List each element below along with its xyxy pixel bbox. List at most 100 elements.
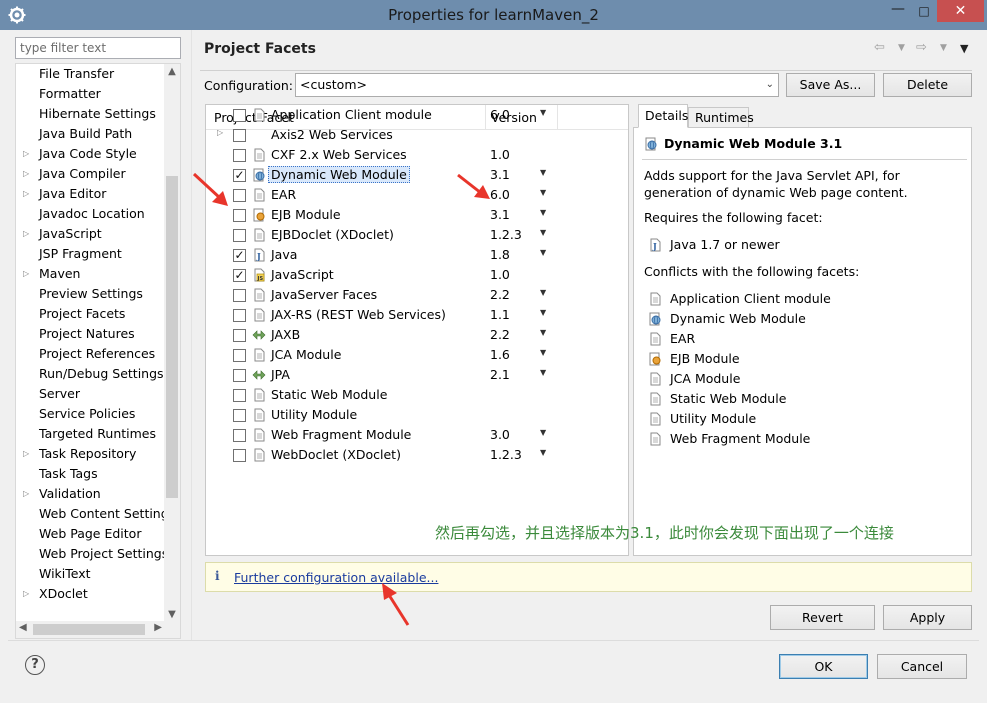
facet-checkbox[interactable]: ✓ xyxy=(233,269,246,282)
facet-checkbox[interactable] xyxy=(233,209,246,222)
sidebar-item[interactable]: Formatter xyxy=(16,84,166,104)
further-configuration-link[interactable]: Further configuration available... xyxy=(234,570,438,585)
back-arrow-icon[interactable]: ⇦ xyxy=(874,40,885,55)
table-row[interactable]: JCA Module 1.6 ▼ xyxy=(206,345,628,365)
sidebar-item[interactable]: Hibernate Settings xyxy=(16,104,166,124)
sidebar-item[interactable]: Web Project Settings xyxy=(16,544,168,564)
view-menu-icon[interactable]: ▼ xyxy=(960,42,968,55)
facet-checkbox[interactable] xyxy=(233,229,246,242)
close-button[interactable]: ✕ xyxy=(937,0,984,22)
configuration-select[interactable]: <custom> ⌄ xyxy=(295,73,779,97)
sidebar-item[interactable]: File Transfer xyxy=(16,64,166,84)
delete-button[interactable]: Delete xyxy=(883,73,972,97)
table-row[interactable]: Static Web Module xyxy=(206,385,628,405)
facet-checkbox[interactable] xyxy=(233,389,246,402)
facet-checkbox[interactable] xyxy=(233,289,246,302)
facet-checkbox[interactable] xyxy=(233,189,246,202)
sidebar-item[interactable]: Server xyxy=(16,384,166,404)
facet-checkbox[interactable] xyxy=(233,409,246,422)
expand-chevron-icon[interactable]: ▷ xyxy=(23,224,29,244)
sidebar-item[interactable]: ▷ Validation xyxy=(16,484,166,504)
back-menu-icon[interactable]: ▼ xyxy=(898,43,905,53)
version-dropdown-icon[interactable]: ▼ xyxy=(540,208,546,217)
sidebar-item[interactable]: ▷ Maven xyxy=(16,264,166,284)
facet-checkbox[interactable] xyxy=(233,309,246,322)
facet-checkbox[interactable] xyxy=(233,129,246,142)
table-row[interactable]: JPA 2.1 ▼ xyxy=(206,365,628,385)
sidebar-item[interactable]: Java Build Path xyxy=(16,124,166,144)
sidebar-item[interactable]: Web Page Editor xyxy=(16,524,166,544)
expand-chevron-icon[interactable]: ▷ xyxy=(23,444,29,464)
facet-version[interactable]: 2.2 xyxy=(490,287,510,302)
tab-details[interactable]: Details xyxy=(638,104,688,128)
facet-checkbox[interactable] xyxy=(233,449,246,462)
expand-chevron-icon[interactable]: ▷ xyxy=(23,144,29,164)
expand-chevron-icon[interactable]: ▷ xyxy=(23,484,29,504)
expand-chevron-icon[interactable]: ▷ xyxy=(23,164,29,184)
table-row[interactable]: JAXB 2.2 ▼ xyxy=(206,325,628,345)
version-dropdown-icon[interactable]: ▼ xyxy=(540,108,546,117)
table-row[interactable]: Utility Module xyxy=(206,405,628,425)
facet-checkbox[interactable]: ✓ xyxy=(233,169,246,182)
cancel-button[interactable]: Cancel xyxy=(877,654,967,679)
version-dropdown-icon[interactable]: ▼ xyxy=(540,328,546,337)
sidebar-item[interactable]: Targeted Runtimes xyxy=(16,424,166,444)
version-dropdown-icon[interactable]: ▼ xyxy=(540,368,546,377)
facet-checkbox[interactable] xyxy=(233,329,246,342)
filter-input[interactable] xyxy=(15,37,181,59)
sidebar-item[interactable]: Preview Settings xyxy=(16,284,166,304)
help-icon[interactable]: ? xyxy=(25,655,45,675)
facet-checkbox[interactable]: ✓ xyxy=(233,249,246,262)
sidebar-item[interactable]: Run/Debug Settings xyxy=(16,364,166,384)
facet-checkbox[interactable] xyxy=(233,109,246,122)
facet-version[interactable]: 1.1 xyxy=(490,307,510,322)
version-dropdown-icon[interactable]: ▼ xyxy=(540,288,546,297)
sidebar-item[interactable]: Project Natures xyxy=(16,324,166,344)
forward-menu-icon[interactable]: ▼ xyxy=(940,43,947,53)
table-row[interactable]: JAX-RS (REST Web Services) 1.1 ▼ xyxy=(206,305,628,325)
expand-chevron-icon[interactable]: ▷ xyxy=(23,584,29,604)
version-dropdown-icon[interactable]: ▼ xyxy=(540,228,546,237)
table-row[interactable]: EJBDoclet (XDoclet) 1.2.3 ▼ xyxy=(206,225,628,245)
table-row[interactable]: ✓ J Java 1.8 ▼ xyxy=(206,245,628,265)
sidebar-item[interactable]: ▷ Task Repository xyxy=(16,444,166,464)
version-dropdown-icon[interactable]: ▼ xyxy=(540,448,546,457)
sidebar-item[interactable]: ▷ Java Editor xyxy=(16,184,166,204)
forward-arrow-icon[interactable]: ⇨ xyxy=(916,40,927,55)
facet-checkbox[interactable] xyxy=(233,429,246,442)
table-row[interactable]: ▷ Axis2 Web Services xyxy=(206,125,628,145)
facet-version[interactable]: 6.0 xyxy=(490,107,510,122)
table-row[interactable]: Application Client module 6.0 ▼ xyxy=(206,105,628,125)
facet-checkbox[interactable] xyxy=(233,369,246,382)
facet-version[interactable]: 1.2.3 xyxy=(490,227,522,242)
facet-version[interactable]: 1.8 xyxy=(490,247,510,262)
sidebar-item[interactable]: JSP Fragment xyxy=(16,244,166,264)
facet-version[interactable]: 1.2.3 xyxy=(490,447,522,462)
version-dropdown-icon[interactable]: ▼ xyxy=(540,188,546,197)
facet-version[interactable]: 2.2 xyxy=(490,327,510,342)
table-row[interactable]: CXF 2.x Web Services 1.0 xyxy=(206,145,628,165)
table-row[interactable]: WebDoclet (XDoclet) 1.2.3 ▼ xyxy=(206,445,628,465)
sidebar-item[interactable]: WikiText xyxy=(16,564,166,584)
sidebar-item[interactable]: ▷ JavaScript xyxy=(16,224,166,244)
facet-version[interactable]: 3.0 xyxy=(490,427,510,442)
sidebar-item[interactable]: ▷ Java Compiler xyxy=(16,164,166,184)
expand-chevron-icon[interactable]: ▷ xyxy=(217,128,223,137)
version-dropdown-icon[interactable]: ▼ xyxy=(540,168,546,177)
version-dropdown-icon[interactable]: ▼ xyxy=(540,308,546,317)
table-row[interactable]: Web Fragment Module 3.0 ▼ xyxy=(206,425,628,445)
facet-version[interactable]: 3.1 xyxy=(490,207,510,222)
sidebar-item[interactable]: ▷ XDoclet xyxy=(16,584,166,604)
table-row[interactable]: ✓ Dynamic Web Module 3.1 ▼ xyxy=(206,165,628,185)
scroll-up-icon[interactable]: ▲ xyxy=(164,66,180,77)
sidebar-item[interactable]: Javadoc Location xyxy=(16,204,166,224)
sidebar-item[interactable]: Project References xyxy=(16,344,166,364)
minimize-button[interactable]: — xyxy=(885,0,911,22)
version-dropdown-icon[interactable]: ▼ xyxy=(540,428,546,437)
apply-button[interactable]: Apply xyxy=(883,605,972,630)
table-row[interactable]: EAR 6.0 ▼ xyxy=(206,185,628,205)
facet-checkbox[interactable] xyxy=(233,349,246,362)
hscroll-thumb[interactable] xyxy=(33,624,145,635)
save-as-button[interactable]: Save As... xyxy=(786,73,875,97)
expand-chevron-icon[interactable]: ▷ xyxy=(23,184,29,204)
